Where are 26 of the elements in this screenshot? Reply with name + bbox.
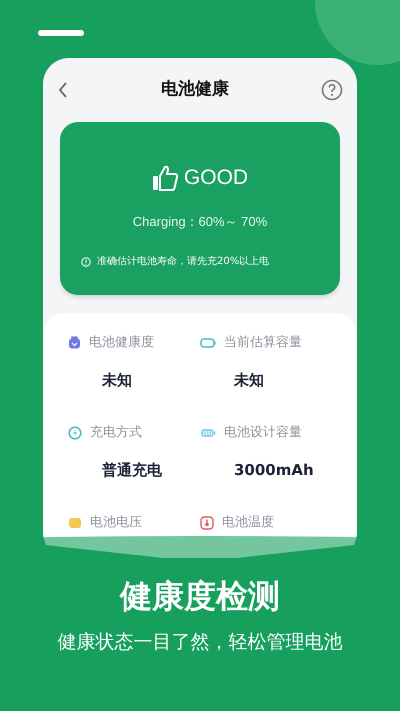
stat-label: 电池电压 <box>90 514 142 532</box>
note-text: 准确估计电池寿命，请先充20%以上电 <box>97 254 270 269</box>
stat-label: 电池设计容量 <box>224 424 302 442</box>
battery-icon <box>200 338 216 348</box>
stat-label: 电池健康度 <box>89 334 154 352</box>
stat-label: 充电方式 <box>90 424 142 442</box>
help-icon[interactable] <box>321 79 343 101</box>
promo-tagline: 健康状态一目了然，轻松管理电池 <box>58 630 342 655</box>
full-battery-icon <box>200 428 216 438</box>
back-icon[interactable] <box>57 81 69 99</box>
promo-headline: 健康度检测 <box>120 576 280 617</box>
stat-value: 未知 <box>234 370 264 390</box>
stat-label: 电池温度 <box>222 514 274 532</box>
charging-range: Charging：60%～ 70% <box>132 212 268 231</box>
health-jar-icon <box>68 336 81 350</box>
stat-value: 普通充电 <box>102 460 162 480</box>
info-icon <box>81 256 91 266</box>
thermometer-icon <box>200 516 214 530</box>
rating-text: GOOD <box>184 165 248 191</box>
stat-label: 当前估算容量 <box>224 334 302 352</box>
stat-value: 3000mAh <box>234 460 314 480</box>
charging-bolt-icon <box>68 426 82 440</box>
page-title: 电池健康 <box>161 78 229 102</box>
thumbs-up-icon <box>152 164 178 192</box>
decor-bar <box>38 30 84 36</box>
stat-value: 未知 <box>102 370 132 390</box>
